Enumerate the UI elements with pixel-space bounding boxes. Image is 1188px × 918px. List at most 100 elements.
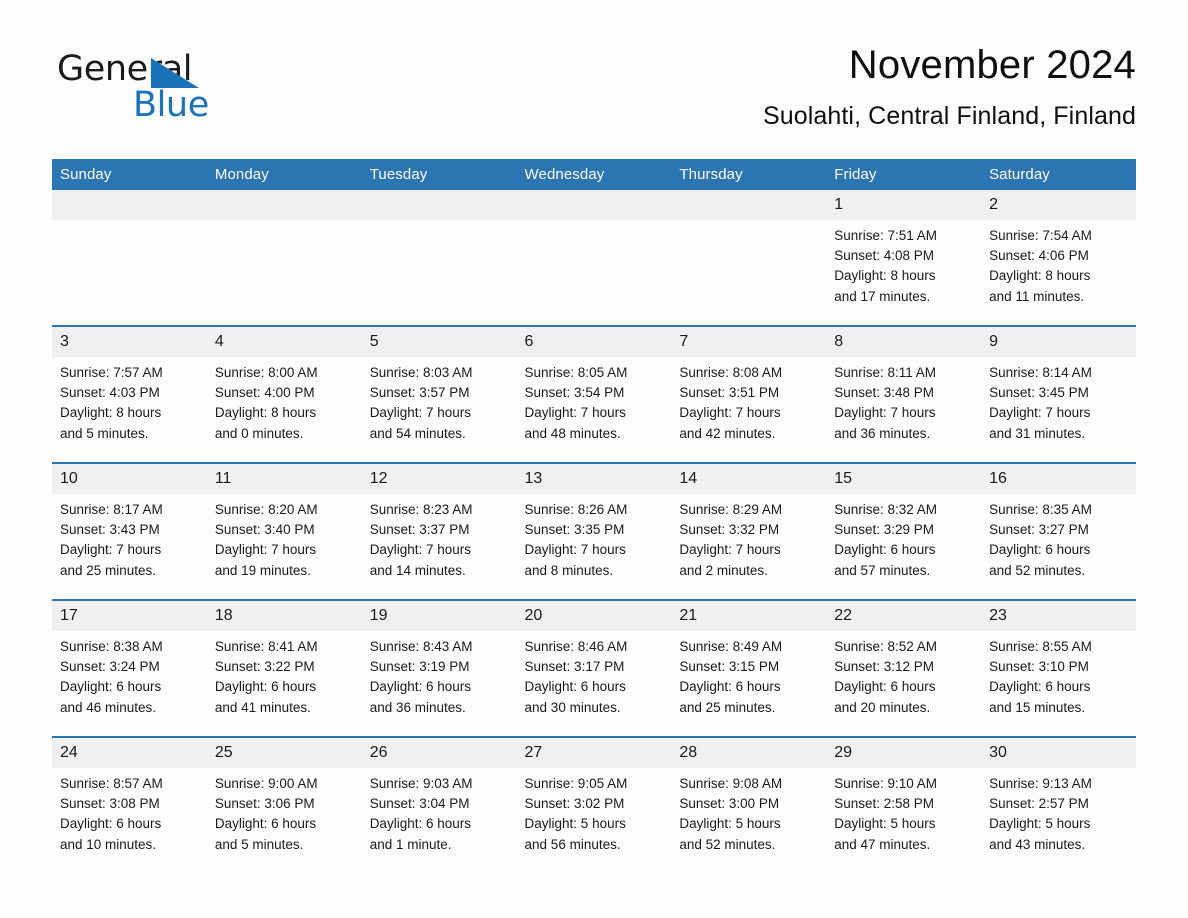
- day-number: [206, 190, 362, 220]
- sunrise-text: Sunrise: 8:43 AM: [369, 639, 473, 654]
- day-number: 12: [361, 464, 517, 494]
- calendar-cell-day[interactable]: 26 Sunrise: 9:03 AM Sunset: 3:04 PM Dayligh…: [361, 737, 517, 873]
- sunrise-text: Sunrise: 8:26 AM: [524, 502, 628, 517]
- calendar-week-row: 10 Sunrise: 8:17 AM Sunset: 3:43 PM Dayligh…: [52, 463, 1136, 600]
- daylight-text-line1: Daylight: 7 hours: [989, 405, 1091, 421]
- daylight-text-line2: and 2 minutes.: [679, 562, 768, 578]
- calendar-cell-day[interactable]: 29 Sunrise: 9:10 AM Sunset: 2:58 PM Dayligh…: [826, 737, 982, 873]
- sunset-text: Sunset: 3:15 PM: [679, 659, 780, 675]
- sunrise-text: Sunrise: 8:23 AM: [369, 502, 473, 517]
- daylight-text-line1: Daylight: 6 hours: [60, 816, 162, 832]
- sunset-text: Sunset: 3:22 PM: [214, 659, 315, 675]
- daylight-text-line1: Daylight: 7 hours: [679, 405, 781, 421]
- day-details: Sunrise: 8:49 AM Sunset: 3:15 PM Daylight:…: [671, 631, 826, 718]
- daylight-text-line1: Daylight: 6 hours: [214, 679, 317, 695]
- sunset-text: Sunset: 3:48 PM: [834, 385, 935, 401]
- day-details: Sunrise: 7:51 AM Sunset: 4:08 PM Daylight:…: [826, 220, 981, 307]
- calendar-cell-day[interactable]: 21 Sunrise: 8:49 AM Sunset: 3:15 PM Dayligh…: [671, 600, 827, 737]
- day-details: Sunrise: 7:54 AM Sunset: 4:06 PM Daylight:…: [981, 220, 1136, 307]
- calendar-cell-day[interactable]: 7 Sunrise: 8:08 AM Sunset: 3:51 PM Daylight…: [671, 326, 827, 463]
- day-details: Sunrise: 8:29 AM Sunset: 3:32 PM Daylight:…: [671, 494, 826, 581]
- day-details: Sunrise: 8:43 AM Sunset: 3:19 PM Daylight:…: [362, 631, 517, 718]
- sunset-text: Sunset: 3:45 PM: [989, 385, 1089, 401]
- calendar-cell-day[interactable]: 9 Sunrise: 8:14 AM Sunset: 3:45 PM Daylight…: [981, 326, 1136, 463]
- daylight-text-line2: and 42 minutes.: [679, 425, 776, 441]
- daylight-text-line2: and 43 minutes.: [989, 836, 1086, 852]
- day-details: Sunrise: 8:55 AM Sunset: 3:10 PM Daylight:…: [981, 631, 1136, 718]
- sunrise-text: Sunrise: 8:17 AM: [60, 502, 163, 517]
- calendar-page: General Blue November 2024 Suolahti, Cen…: [0, 0, 1188, 918]
- calendar-week-row: 17 Sunrise: 8:38 AM Sunset: 3:24 PM Dayligh…: [52, 600, 1136, 737]
- calendar-cell-day[interactable]: 10 Sunrise: 8:17 AM Sunset: 3:43 PM Dayligh…: [52, 463, 207, 600]
- calendar-cell-day[interactable]: 2 Sunrise: 7:54 AM Sunset: 4:06 PM Daylight…: [981, 190, 1136, 326]
- sunrise-text: Sunrise: 8:00 AM: [214, 365, 318, 380]
- calendar-cell-day[interactable]: 15 Sunrise: 8:32 AM Sunset: 3:29 PM Dayligh…: [826, 463, 982, 600]
- day-number: 7: [671, 327, 827, 357]
- calendar-cell-day[interactable]: 20 Sunrise: 8:46 AM Sunset: 3:17 PM Dayligh…: [516, 600, 672, 737]
- calendar-cell-day[interactable]: 24 Sunrise: 8:57 AM Sunset: 3:08 PM Dayligh…: [52, 737, 207, 873]
- daylight-text-line1: Daylight: 7 hours: [524, 542, 626, 558]
- calendar-cell-day[interactable]: 19 Sunrise: 8:43 AM Sunset: 3:19 PM Dayligh…: [361, 600, 517, 737]
- calendar-cell-empty: [206, 190, 362, 326]
- daylight-text-line2: and 57 minutes.: [834, 562, 931, 578]
- day-number: 10: [52, 464, 207, 494]
- daylight-text-line2: and 48 minutes.: [524, 425, 621, 441]
- day-number: 24: [52, 738, 207, 768]
- calendar-cell-day[interactable]: 23 Sunrise: 8:55 AM Sunset: 3:10 PM Dayligh…: [981, 600, 1136, 737]
- sunset-text: Sunset: 2:58 PM: [834, 796, 935, 812]
- daylight-text-line2: and 25 minutes.: [679, 699, 776, 715]
- calendar-cell-day[interactable]: 25 Sunrise: 9:00 AM Sunset: 3:06 PM Dayligh…: [206, 737, 362, 873]
- calendar-cell-day[interactable]: 27 Sunrise: 9:05 AM Sunset: 3:02 PM Dayligh…: [516, 737, 672, 873]
- day-number: 25: [206, 738, 362, 768]
- day-details: Sunrise: 8:20 AM Sunset: 3:40 PM Daylight:…: [207, 494, 362, 581]
- calendar-cell-day[interactable]: 28 Sunrise: 9:08 AM Sunset: 3:00 PM Dayligh…: [671, 737, 827, 873]
- calendar-cell-day[interactable]: 12 Sunrise: 8:23 AM Sunset: 3:37 PM Dayligh…: [361, 463, 517, 600]
- day-number: 2: [981, 190, 1136, 220]
- sunset-text: Sunset: 3:43 PM: [60, 522, 160, 538]
- day-details: Sunrise: 8:05 AM Sunset: 3:54 PM Daylight:…: [517, 357, 672, 444]
- day-details: Sunrise: 8:11 AM Sunset: 3:48 PM Daylight:…: [826, 357, 981, 444]
- calendar-cell-day[interactable]: 22 Sunrise: 8:52 AM Sunset: 3:12 PM Dayligh…: [826, 600, 982, 737]
- sunrise-text: Sunrise: 7:54 AM: [989, 228, 1092, 243]
- daylight-text-line2: and 19 minutes.: [214, 562, 311, 578]
- daylight-text-line1: Daylight: 6 hours: [369, 816, 471, 832]
- day-number: 9: [981, 327, 1136, 357]
- daylight-text-line1: Daylight: 8 hours: [989, 268, 1091, 284]
- calendar-cell-day[interactable]: 11 Sunrise: 8:20 AM Sunset: 3:40 PM Dayligh…: [206, 463, 362, 600]
- calendar-cell-day[interactable]: 13 Sunrise: 8:26 AM Sunset: 3:35 PM Dayligh…: [516, 463, 672, 600]
- sunset-text: Sunset: 3:40 PM: [214, 522, 315, 538]
- sunset-text: Sunset: 3:29 PM: [834, 522, 935, 538]
- calendar-week-row: 3 Sunrise: 7:57 AM Sunset: 4:03 PM Daylight…: [52, 326, 1136, 463]
- day-number: 30: [981, 738, 1136, 768]
- calendar-cell-day[interactable]: 30 Sunrise: 9:13 AM Sunset: 2:57 PM Dayligh…: [981, 737, 1136, 873]
- calendar-cell-day[interactable]: 6 Sunrise: 8:05 AM Sunset: 3:54 PM Daylight…: [516, 326, 672, 463]
- daylight-text-line1: Daylight: 8 hours: [214, 405, 317, 421]
- daylight-text-line1: Daylight: 7 hours: [524, 405, 626, 421]
- daylight-text-line1: Daylight: 6 hours: [679, 679, 781, 695]
- calendar-cell-day[interactable]: 8 Sunrise: 8:11 AM Sunset: 3:48 PM Daylight…: [826, 326, 982, 463]
- calendar-cell-day[interactable]: 18 Sunrise: 8:41 AM Sunset: 3:22 PM Dayligh…: [206, 600, 362, 737]
- calendar-cell-day[interactable]: 17 Sunrise: 8:38 AM Sunset: 3:24 PM Dayligh…: [52, 600, 207, 737]
- daylight-text-line1: Daylight: 7 hours: [369, 542, 471, 558]
- sunrise-text: Sunrise: 8:32 AM: [834, 502, 938, 517]
- logo-triangle-icon: [151, 58, 199, 88]
- weekday-header-sunday: Sunday: [52, 159, 207, 190]
- calendar-cell-day[interactable]: 16 Sunrise: 8:35 AM Sunset: 3:27 PM Dayligh…: [981, 463, 1136, 600]
- day-details: Sunrise: 9:03 AM Sunset: 3:04 PM Daylight:…: [362, 768, 517, 855]
- calendar-cell-day[interactable]: 4 Sunrise: 8:00 AM Sunset: 4:00 PM Daylight…: [206, 326, 362, 463]
- sunrise-text: Sunrise: 9:00 AM: [214, 776, 318, 791]
- day-number: [361, 190, 517, 220]
- calendar-cell-day[interactable]: 5 Sunrise: 8:03 AM Sunset: 3:57 PM Daylight…: [361, 326, 517, 463]
- calendar-container: Sunday Monday Tuesday Wednesday Thursday…: [52, 159, 1136, 873]
- sunrise-text: Sunrise: 8:46 AM: [524, 639, 628, 654]
- sunrise-text: Sunrise: 8:38 AM: [60, 639, 163, 654]
- day-number: 22: [826, 601, 982, 631]
- calendar-cell-day[interactable]: 3 Sunrise: 7:57 AM Sunset: 4:03 PM Daylight…: [52, 326, 207, 463]
- calendar-cell-day[interactable]: 14 Sunrise: 8:29 AM Sunset: 3:32 PM Dayligh…: [671, 463, 827, 600]
- day-number: 28: [671, 738, 827, 768]
- day-number: 17: [52, 601, 207, 631]
- sunrise-text: Sunrise: 9:05 AM: [524, 776, 628, 791]
- sunrise-text: Sunrise: 8:52 AM: [834, 639, 938, 654]
- calendar-cell-day[interactable]: 1 Sunrise: 7:51 AM Sunset: 4:08 PM Daylight…: [826, 190, 982, 326]
- daylight-text-line2: and 15 minutes.: [989, 699, 1086, 715]
